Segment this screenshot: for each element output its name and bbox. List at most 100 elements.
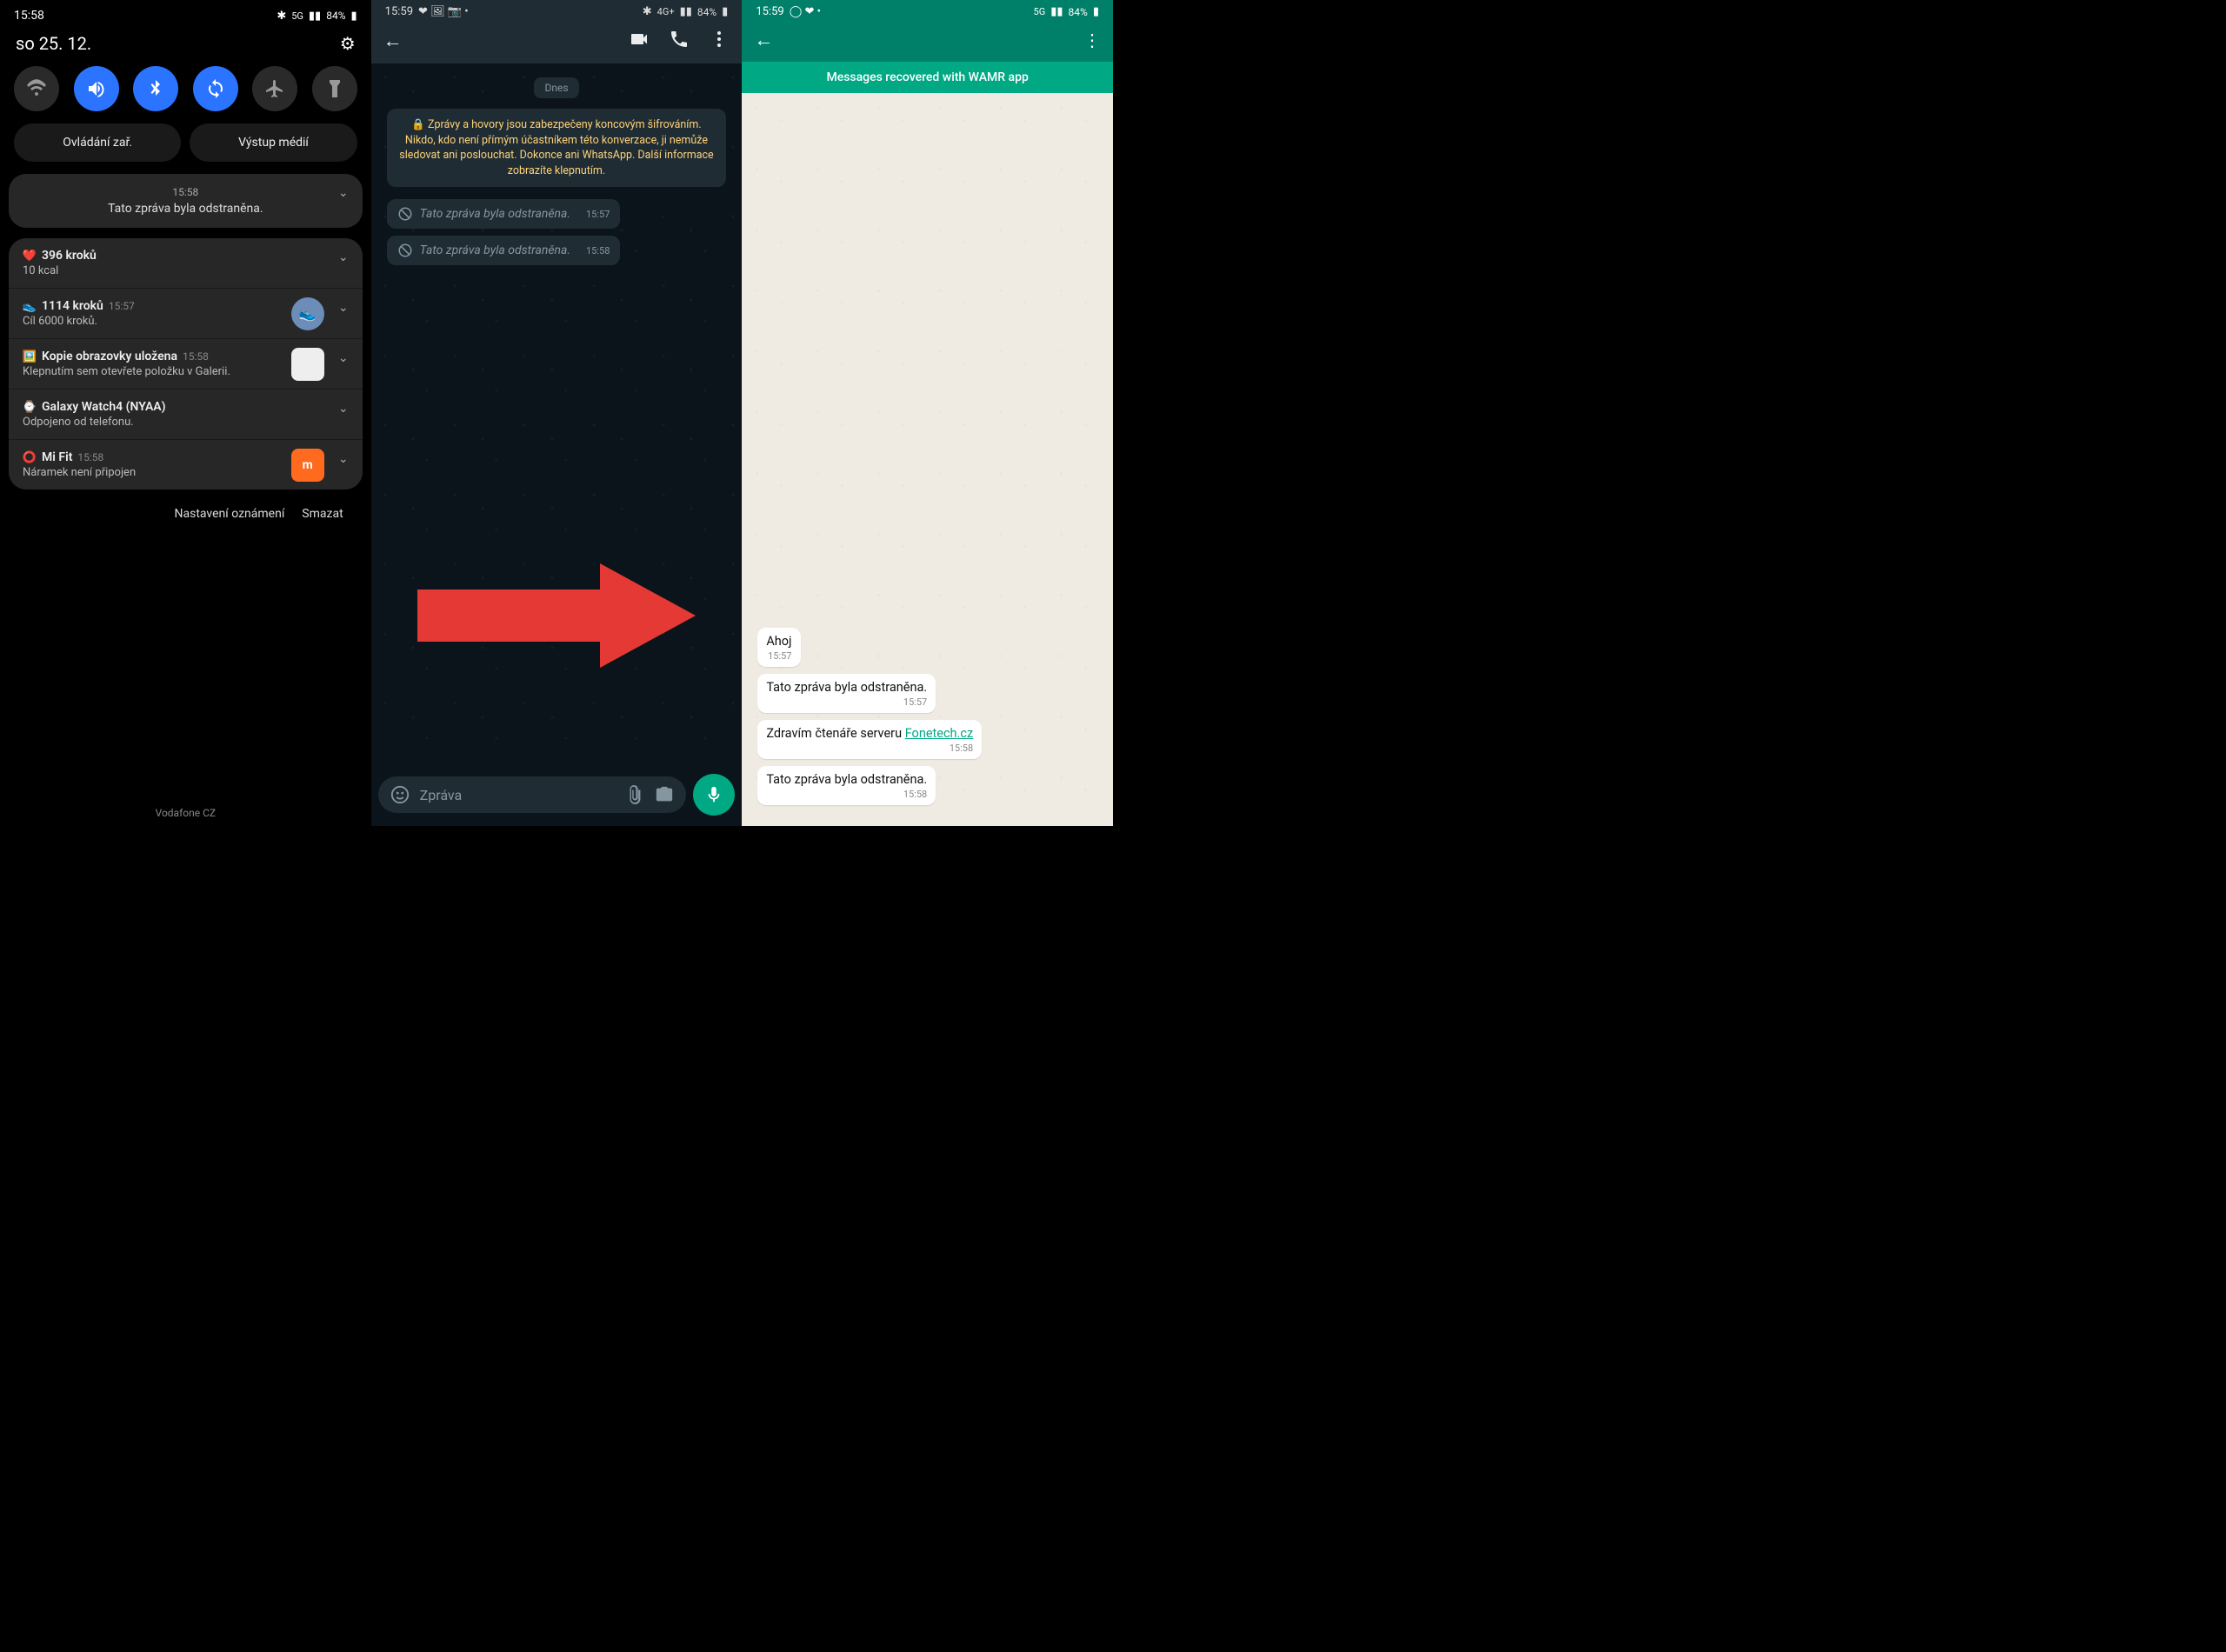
video-call-icon[interactable] [629, 29, 650, 53]
message-time: 15:57 [586, 209, 610, 220]
notif-title: 1114 kroků [42, 299, 103, 313]
image-icon: 🖼️ [23, 350, 37, 363]
more-menu-icon[interactable]: ⋮ [1083, 30, 1101, 50]
notification-deleted-message[interactable]: ⌄ 15:58 Tato zpráva byla odstraněna. [9, 174, 363, 228]
emoji-icon[interactable] [390, 785, 410, 804]
more-menu-icon[interactable] [709, 29, 730, 53]
status-time: 15:59 [756, 5, 783, 18]
battery-icon: ▮ [1093, 5, 1099, 18]
network-badge: 5G [291, 10, 303, 22]
voice-call-icon[interactable] [669, 29, 690, 53]
notif-time: 15:58 [183, 350, 209, 363]
notif-time: 15:58 [23, 186, 349, 198]
battery-icon: ▮ [722, 5, 728, 18]
wifi-toggle[interactable] [14, 66, 59, 111]
message-text: Tato zpráva byla odstraněna. [766, 772, 927, 787]
back-arrow-icon[interactable]: ← [383, 30, 403, 52]
signal-icon: ▮▮ [1050, 5, 1063, 18]
whatsapp-chat-panel: 15:59❤ 🖼 📷 • ✱4G+▮▮84%▮ ← Dnes 🔒 Zprávy … [371, 0, 743, 826]
settings-gear-icon[interactable]: ⚙ [340, 33, 356, 54]
notification-settings-link[interactable]: Nastavení oznámení [175, 507, 285, 521]
recovered-message[interactable]: Tato zpráva byla odstraněna. 15:58 [757, 766, 936, 805]
chevron-down-icon[interactable]: ⌄ [338, 402, 349, 416]
red-arrow-overlay [409, 555, 704, 680]
bluetooth-toggle[interactable] [133, 66, 178, 111]
notification-shade-panel: 15:58 ✱ 5G ▮▮ 84% ▮ so 25. 12. ⚙ Ovládán… [0, 0, 371, 826]
notification-actions: Nastavení oznámení Smazat [9, 500, 363, 521]
signal-icon: ▮▮ [309, 10, 321, 23]
media-output-button[interactable]: Výstup médií [190, 123, 357, 162]
battery-percent: 84% [326, 10, 345, 22]
flashlight-toggle[interactable] [312, 66, 357, 111]
status-app-icons: ❤ 🖼 📷 • [418, 5, 469, 18]
camera-icon[interactable] [655, 785, 674, 804]
notification-steps[interactable]: ⌄ ❤️ 396 kroků 10 kcal [9, 238, 363, 289]
signal-icon: ▮▮ [680, 5, 692, 18]
rotate-toggle[interactable] [193, 66, 238, 111]
status-bar: 15:58 ✱ 5G ▮▮ 84% ▮ [0, 0, 371, 26]
chat-body[interactable]: Dnes 🔒 Zprávy a hovory jsou zabezpečeny … [371, 63, 743, 767]
wamr-body[interactable]: Ahoj 15:57 Tato zpráva byla odstraněna. … [742, 93, 1113, 826]
heart-icon: ❤️ [23, 249, 37, 263]
message-time: 15:58 [766, 789, 927, 800]
attach-icon[interactable] [625, 785, 644, 804]
sound-toggle[interactable] [74, 66, 119, 111]
recovered-message[interactable]: Tato zpráva byla odstraněna. 15:57 [757, 674, 936, 713]
clear-all-button[interactable]: Smazat [302, 507, 343, 521]
notif-sub: Odpojeno od telefonu. [23, 416, 349, 429]
notif-time: 15:58 [77, 451, 103, 463]
status-icons: ✱ 5G ▮▮ 84% ▮ [277, 10, 357, 23]
input-placeholder: Zpráva [420, 787, 616, 803]
battery-percent: 84% [697, 6, 716, 18]
date-row: so 25. 12. ⚙ [0, 26, 371, 66]
notif-thumbnail: m [291, 449, 324, 482]
chevron-down-icon[interactable]: ⌄ [338, 250, 349, 264]
chevron-down-icon[interactable]: ⌄ [338, 301, 349, 315]
notif-title: 396 kroků [42, 249, 97, 263]
status-time: 15:59 [385, 5, 413, 18]
battery-icon: ▮ [351, 10, 357, 23]
date-label: so 25. 12. [16, 33, 91, 54]
back-arrow-icon[interactable]: ← [754, 29, 773, 51]
control-pills: Ovládání zař. Výstup médií [0, 123, 371, 174]
wamr-banner: Messages recovered with WAMR app [742, 62, 1113, 93]
network-badge: 4G+ [657, 6, 675, 17]
deleted-message[interactable]: Tato zpráva byla odstraněna. 15:57 [387, 199, 621, 229]
deleted-text: Tato zpráva byla odstraněna. [420, 207, 570, 221]
voice-record-button[interactable] [693, 774, 735, 816]
status-app-icons: ◯ ❤ • [790, 5, 821, 18]
wamr-header: ← ⋮ [742, 20, 1113, 62]
chevron-down-icon[interactable]: ⌄ [338, 452, 349, 466]
device-control-button[interactable]: Ovládání zař. [14, 123, 181, 162]
message-text: Tato zpráva byla odstraněna. [766, 680, 927, 695]
message-time: 15:58 [586, 245, 610, 256]
recovered-message[interactable]: Zdravím čtenáře serveru Fonetech.cz 15:5… [757, 720, 982, 759]
carrier-label: Vodafone CZ [0, 800, 371, 826]
chevron-down-icon[interactable]: ⌄ [338, 186, 349, 200]
watch-icon: ⌚ [23, 400, 37, 414]
quick-settings-row [0, 66, 371, 123]
chat-input-row: Zpráva [371, 767, 743, 826]
notification-steps-goal[interactable]: ⌄ 👟 👟1114 kroků 15:57 Cíl 6000 kroků. [9, 289, 363, 339]
mifit-icon: ⭕ [23, 450, 37, 464]
encryption-notice[interactable]: 🔒 Zprávy a hovory jsou zabezpečeny konco… [387, 109, 727, 187]
shoe-icon: 👟 [23, 299, 37, 313]
notif-thumbnail [291, 348, 324, 381]
message-time: 15:58 [766, 743, 973, 754]
fonetech-link[interactable]: Fonetech.cz [905, 726, 973, 741]
prohibited-icon [397, 206, 413, 222]
notification-mifit[interactable]: ⌄ m ⭕Mi Fit 15:58 Náramek není připojen [9, 440, 363, 490]
notif-title: Galaxy Watch4 (NYAA) [42, 400, 166, 414]
chevron-down-icon[interactable]: ⌄ [338, 351, 349, 365]
notification-watch[interactable]: ⌄ ⌚ Galaxy Watch4 (NYAA) Odpojeno od tele… [9, 390, 363, 440]
deleted-text: Tato zpráva byla odstraněna. [420, 243, 570, 257]
airplane-toggle[interactable] [252, 66, 297, 111]
status-bar: 15:59◯ ❤ • 5G▮▮84%▮ [742, 0, 1113, 20]
deleted-message[interactable]: Tato zpráva byla odstraněna. 15:58 [387, 236, 621, 265]
notif-sub: 10 kcal [23, 264, 349, 277]
message-time: 15:57 [766, 650, 791, 662]
message-input[interactable]: Zpráva [378, 776, 687, 813]
message-time: 15:57 [766, 696, 927, 708]
notification-screenshot[interactable]: ⌄ 🖼️Kopie obrazovky uložena 15:58 Klepnu… [9, 339, 363, 390]
recovered-message[interactable]: Ahoj 15:57 [757, 628, 800, 667]
